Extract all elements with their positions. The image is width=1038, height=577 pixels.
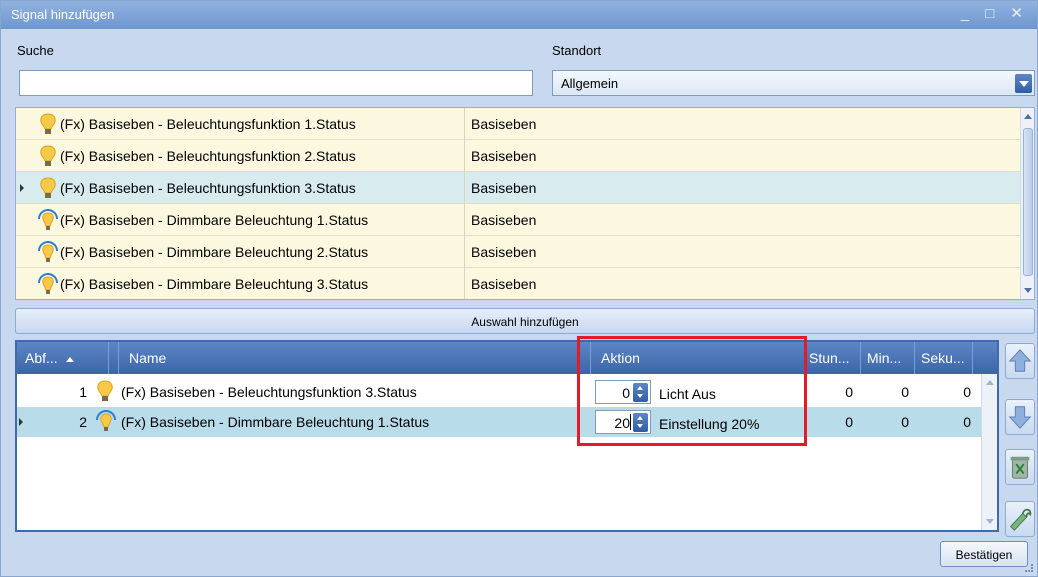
list-item[interactable]: (Fx) Basiseben - Beleuchtungsfunktion 2.… bbox=[16, 140, 1020, 172]
signal-category: Basiseben bbox=[464, 268, 1020, 299]
hours-cell[interactable]: 0 bbox=[805, 407, 853, 437]
column-header-hours[interactable]: Stun... bbox=[805, 342, 861, 374]
signal-name: (Fx) Basiseben - Beleuchtungsfunktion 2.… bbox=[60, 148, 356, 164]
hours-cell[interactable]: 0 bbox=[805, 377, 853, 407]
bulb-icon bbox=[40, 145, 56, 166]
seconds-cell[interactable]: 0 bbox=[915, 407, 971, 437]
list-item[interactable]: (Fx) Basiseben - Beleuchtungsfunktion 3.… bbox=[16, 172, 1020, 204]
column-header-icon bbox=[109, 342, 119, 374]
column-header-order[interactable]: Abf... bbox=[17, 342, 109, 374]
column-header-seconds[interactable]: Seku... bbox=[915, 342, 973, 374]
dimmable-bulb-icon bbox=[38, 241, 58, 262]
move-down-icon bbox=[1008, 406, 1032, 429]
location-select[interactable]: Allgemein bbox=[552, 70, 1035, 96]
dimmable-bulb-icon bbox=[96, 410, 116, 431]
name-cell: (Fx) Basiseben - Dimmbare Beleuchtung 1.… bbox=[121, 414, 430, 430]
signal-category: Basiseben bbox=[464, 204, 1020, 236]
bulb-icon bbox=[40, 113, 56, 134]
bulb-icon bbox=[40, 177, 56, 198]
minutes-cell[interactable]: 0 bbox=[861, 377, 909, 407]
search-label: Suche bbox=[17, 43, 54, 58]
move-up-button[interactable] bbox=[1005, 343, 1035, 379]
order-cell: 2 bbox=[79, 414, 87, 430]
signal-name: (Fx) Basiseben - Dimmbare Beleuchtung 3.… bbox=[60, 276, 369, 292]
column-label: Abf... bbox=[25, 350, 58, 366]
delete-button[interactable] bbox=[1005, 449, 1035, 485]
seconds-cell[interactable]: 0 bbox=[915, 377, 971, 407]
location-value: Allgemein bbox=[561, 76, 619, 91]
list-item[interactable]: (Fx) Basiseben - Beleuchtungsfunktion 1.… bbox=[16, 108, 1020, 140]
selected-signals-grid: Abf... Name Aktion Stun... Min... Seku..… bbox=[15, 340, 999, 532]
signal-name: (Fx) Basiseben - Dimmbare Beleuchtung 2.… bbox=[60, 244, 369, 260]
order-cell: 1 bbox=[79, 384, 87, 400]
scroll-up-icon[interactable] bbox=[986, 380, 994, 385]
signal-list: (Fx) Basiseben - Beleuchtungsfunktion 1.… bbox=[15, 107, 1035, 300]
resize-grip-icon[interactable] bbox=[1025, 564, 1033, 572]
signal-name: (Fx) Basiseben - Beleuchtungsfunktion 1.… bbox=[60, 116, 356, 132]
window-controls[interactable]: _ □ ✕ bbox=[961, 4, 1029, 22]
scroll-up-icon[interactable] bbox=[1024, 114, 1032, 119]
signal-category: Basiseben bbox=[464, 140, 1020, 172]
window-title: Signal hinzufügen bbox=[11, 7, 115, 22]
scroll-down-icon[interactable] bbox=[1024, 288, 1032, 293]
confirm-button[interactable]: Bestätigen bbox=[940, 541, 1028, 567]
move-down-button[interactable] bbox=[1005, 399, 1035, 435]
scroll-thumb[interactable] bbox=[1023, 128, 1033, 276]
name-cell: (Fx) Basiseben - Beleuchtungsfunktion 3.… bbox=[121, 384, 417, 400]
grid-header: Abf... Name Aktion Stun... Min... Seku..… bbox=[17, 342, 997, 374]
list-item[interactable]: (Fx) Basiseben - Dimmbare Beleuchtung 3.… bbox=[16, 268, 1020, 299]
column-header-minutes[interactable]: Min... bbox=[861, 342, 915, 374]
search-input[interactable] bbox=[19, 70, 533, 96]
signal-list-scrollbar[interactable] bbox=[1020, 108, 1034, 299]
table-row[interactable]: 2 (Fx) Basiseben - Dimmbare Beleuchtung … bbox=[17, 407, 981, 437]
signal-category: Basiseben bbox=[464, 236, 1020, 268]
add-selection-button[interactable]: Auswahl hinzufügen bbox=[15, 308, 1035, 334]
current-row-marker bbox=[20, 184, 24, 192]
grid-scrollbar[interactable] bbox=[981, 374, 997, 530]
signal-category: Basiseben bbox=[464, 108, 1020, 140]
add-signal-dialog: Signal hinzufügen _ □ ✕ Suche Standort A… bbox=[0, 0, 1038, 577]
signal-name: (Fx) Basiseben - Dimmbare Beleuchtung 1.… bbox=[60, 212, 369, 228]
list-item[interactable]: (Fx) Basiseben - Dimmbare Beleuchtung 2.… bbox=[16, 236, 1020, 268]
scroll-down-icon[interactable] bbox=[986, 519, 994, 524]
highlight-annotation bbox=[577, 336, 807, 446]
edit-icon bbox=[1010, 508, 1032, 531]
list-item[interactable]: (Fx) Basiseben - Dimmbare Beleuchtung 1.… bbox=[16, 204, 1020, 236]
sort-ascending-icon bbox=[65, 356, 74, 362]
chevron-down-icon[interactable] bbox=[1015, 74, 1032, 93]
edit-button[interactable] bbox=[1005, 501, 1035, 537]
title-bar: Signal hinzufügen _ □ ✕ bbox=[1, 1, 1037, 29]
dimmable-bulb-icon bbox=[38, 209, 58, 230]
signal-category: Basiseben bbox=[464, 172, 1020, 204]
location-label: Standort bbox=[552, 43, 602, 58]
minutes-cell[interactable]: 0 bbox=[861, 407, 909, 437]
dimmable-bulb-icon bbox=[38, 273, 58, 294]
bulb-icon bbox=[97, 380, 113, 401]
signal-name: (Fx) Basiseben - Beleuchtungsfunktion 3.… bbox=[60, 180, 356, 196]
delete-icon bbox=[1010, 456, 1030, 479]
column-header-name[interactable]: Name bbox=[119, 342, 591, 374]
move-up-icon bbox=[1008, 349, 1032, 372]
table-row[interactable]: 1 (Fx) Basiseben - Beleuchtungsfunktion … bbox=[17, 377, 981, 407]
